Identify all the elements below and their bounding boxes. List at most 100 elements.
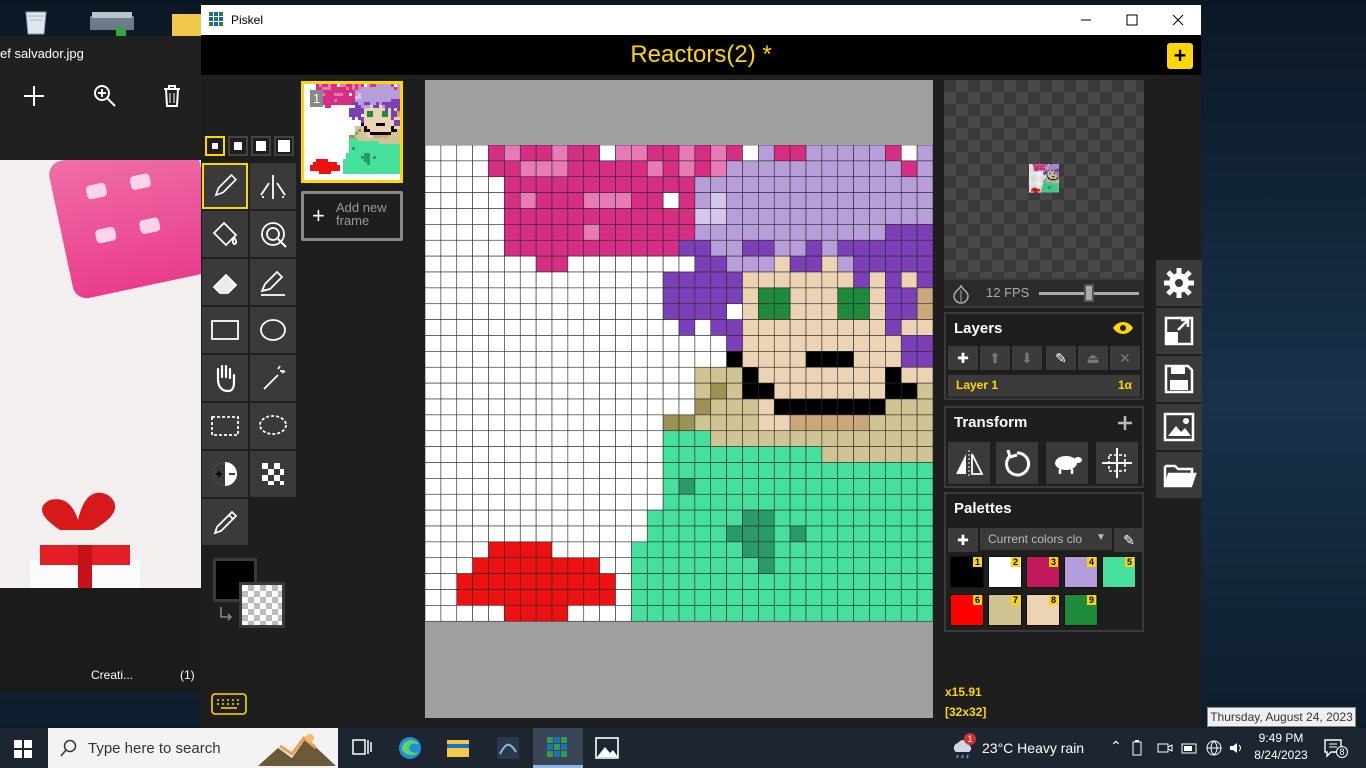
move-tool[interactable] — [202, 355, 248, 401]
chevron-up-icon[interactable]: ⌃ — [1110, 738, 1122, 755]
merge-layer-button[interactable]: ⏏ — [1078, 346, 1108, 370]
document-title[interactable]: Reactors(2) * — [201, 41, 1201, 69]
rectangle-selection-tool[interactable] — [202, 403, 248, 449]
pixel-canvas[interactable] — [425, 145, 933, 654]
windows-start-icon[interactable] — [14, 740, 32, 758]
flip-button[interactable] — [948, 442, 990, 484]
swap-colors-icon[interactable] — [217, 605, 235, 623]
scanner-icon[interactable] — [88, 6, 136, 36]
pixel — [331, 144, 334, 147]
save-button[interactable] — [1156, 356, 1202, 402]
battery-icon[interactable] — [1131, 740, 1143, 756]
pixel — [1055, 181, 1057, 183]
close-button[interactable] — [1155, 5, 1201, 35]
pen-size-1[interactable] — [205, 136, 225, 156]
pixel — [726, 303, 743, 320]
drawing-canvas-area[interactable] — [425, 80, 933, 718]
volume-icon[interactable] — [1228, 740, 1244, 756]
fps-slider-thumb[interactable] — [1084, 284, 1094, 302]
pen-tool[interactable] — [202, 163, 248, 209]
move-layer-down-button[interactable]: ⬇ — [1012, 346, 1042, 370]
onion-skin-icon[interactable] — [950, 282, 972, 304]
layer-item[interactable]: Layer 1 1α — [948, 375, 1140, 397]
recycle-bin-icon[interactable] — [18, 6, 54, 36]
folder-icon[interactable] — [170, 6, 202, 36]
edge-browser-icon[interactable] — [386, 728, 434, 768]
delete-icon[interactable] — [158, 82, 186, 110]
resize-button[interactable] — [1156, 308, 1202, 354]
palette-swatch[interactable]: 2 — [988, 556, 1022, 588]
palette-swatch[interactable]: 6 — [950, 594, 984, 626]
import-button[interactable] — [1156, 452, 1202, 498]
file-explorer-icon[interactable] — [434, 728, 482, 768]
maximize-button[interactable] — [1109, 5, 1155, 35]
settings-button[interactable] — [1156, 260, 1202, 306]
palette-swatch[interactable]: 1 — [950, 556, 984, 588]
taskbar-search[interactable]: Type here to search — [48, 728, 338, 768]
palette-swatch[interactable]: 3 — [1026, 556, 1060, 588]
expand-plus-icon[interactable] — [1116, 414, 1134, 432]
add-layer-button[interactable]: ✚ — [948, 346, 978, 370]
rotate-button[interactable] — [996, 442, 1038, 484]
pixel — [631, 208, 648, 225]
add-icon[interactable] — [20, 82, 48, 110]
keyboard-shortcuts-icon[interactable] — [211, 693, 247, 715]
lasso-selection-tool[interactable] — [250, 403, 296, 449]
palette-swatch[interactable]: 7 — [988, 594, 1022, 626]
paint-same-color-tool[interactable] — [250, 211, 296, 257]
photos-app-icon[interactable] — [583, 728, 631, 768]
network-icon[interactable] — [1205, 739, 1223, 757]
frame-thumbnail[interactable]: 1 — [301, 81, 403, 183]
pixel — [1030, 183, 1032, 184]
pen-size-4[interactable] — [274, 136, 294, 156]
edit-palette-button[interactable]: ✎ — [1114, 528, 1144, 552]
vertical-mirror-pen-tool[interactable] — [250, 163, 296, 209]
pixel — [1031, 183, 1033, 185]
pixel — [1039, 184, 1041, 186]
layer-opacity[interactable]: 1α — [1118, 378, 1132, 392]
center-button[interactable] — [1096, 442, 1138, 484]
palette-select[interactable]: Current colors clo — [980, 528, 1112, 550]
palette-swatch[interactable]: 9 — [1064, 594, 1098, 626]
minimize-button[interactable] — [1063, 5, 1109, 35]
create-palette-button[interactable]: ✚ — [948, 528, 978, 552]
export-button[interactable] — [1156, 404, 1202, 450]
task-view-icon[interactable] — [338, 728, 386, 768]
palette-swatch[interactable]: 4 — [1064, 556, 1098, 588]
dithering-tool[interactable] — [250, 451, 296, 497]
eraser-tool[interactable] — [202, 259, 248, 305]
pixel — [379, 87, 382, 90]
add-new-frame-button[interactable]: + Add new frame — [301, 191, 403, 241]
zoom-in-icon[interactable] — [91, 82, 119, 110]
eye-icon[interactable] — [1112, 320, 1134, 336]
paint-bucket-tool[interactable] — [202, 211, 248, 257]
delete-layer-button[interactable]: ✕ — [1110, 346, 1140, 370]
meet-now-icon[interactable] — [1157, 740, 1173, 756]
palette-swatch[interactable]: 5 — [1102, 556, 1136, 588]
system-clock[interactable]: 9:49 PM 8/24/2023 — [1254, 731, 1308, 762]
rectangle-tool[interactable] — [202, 307, 248, 353]
pen-size-3[interactable] — [251, 136, 271, 156]
pixel — [337, 129, 340, 132]
circle-tool[interactable] — [250, 307, 296, 353]
clone-button[interactable] — [1046, 442, 1088, 484]
pixel — [758, 605, 775, 622]
rename-layer-button[interactable]: ✎ — [1046, 346, 1076, 370]
move-layer-up-button[interactable]: ⬆ — [980, 346, 1010, 370]
stroke-tool[interactable] — [250, 259, 296, 305]
code-editor-icon[interactable] — [484, 728, 532, 768]
pixel — [382, 102, 385, 105]
pixel — [1037, 181, 1039, 183]
piskel-taskbar-button[interactable] — [533, 728, 583, 768]
shape-selection-tool[interactable] — [250, 355, 296, 401]
weather-text[interactable]: 23°C Heavy rain — [982, 740, 1084, 756]
lighten-tool[interactable] — [202, 451, 248, 497]
color-picker-tool[interactable] — [202, 499, 248, 545]
secondary-color[interactable] — [239, 582, 285, 628]
palette-swatch[interactable]: 8 — [1026, 594, 1060, 626]
pixel — [1039, 171, 1041, 173]
pixel — [1058, 174, 1059, 176]
pen-size-2[interactable] — [228, 136, 248, 156]
new-sprite-button[interactable]: + — [1167, 43, 1193, 69]
power-icon[interactable] — [1181, 740, 1199, 756]
